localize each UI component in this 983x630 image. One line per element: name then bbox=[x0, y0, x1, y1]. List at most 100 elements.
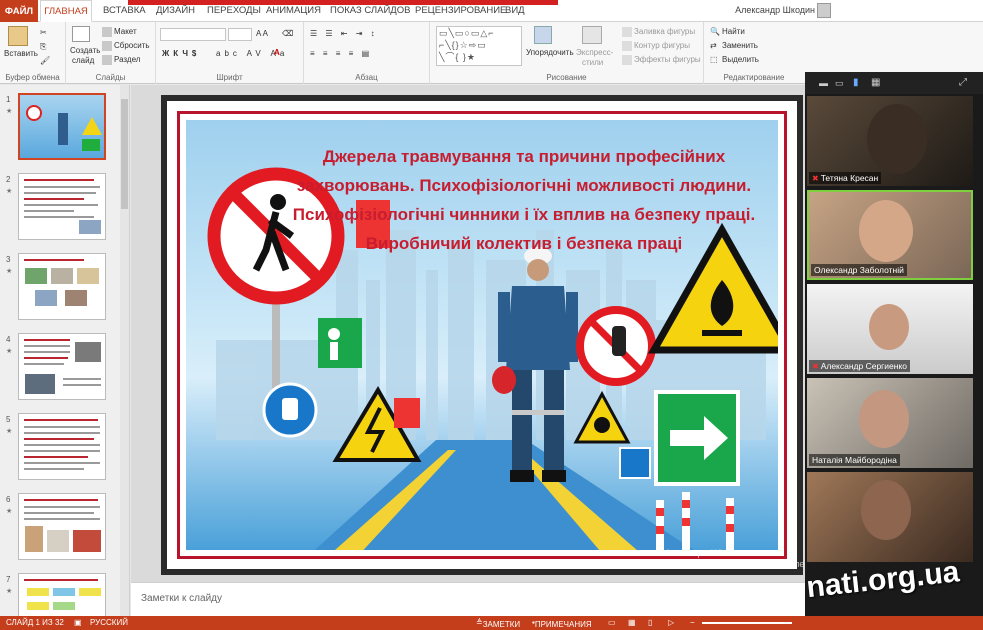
muted-mic-icon: ✖ bbox=[812, 174, 819, 183]
participant-video-tile[interactable]: ✖ Тетяна Кресан bbox=[807, 96, 973, 186]
paste-icon[interactable] bbox=[8, 26, 28, 46]
participant-name-label: ✖ Александр Сергиенко bbox=[809, 360, 910, 372]
quick-styles-button-2[interactable]: стили bbox=[582, 58, 603, 67]
shape-outline-button[interactable]: Контур фигуры bbox=[622, 41, 690, 51]
spellcheck-icon[interactable]: ▣ bbox=[74, 618, 82, 627]
notes-pane[interactable]: Заметки к слайду bbox=[131, 582, 806, 616]
tab-insert[interactable]: ВСТАВКА bbox=[103, 5, 146, 16]
participant-video-tile[interactable]: Наталія Майбородіна bbox=[807, 378, 973, 468]
slide-thumbnail[interactable] bbox=[18, 413, 106, 480]
thumb-text bbox=[24, 438, 94, 440]
thumbnail-scrollbar[interactable] bbox=[120, 85, 129, 616]
slide-sorter-icon[interactable]: ▦ bbox=[628, 618, 636, 627]
group-drawing: ▭╲▭○▭△⌐ ⌐╲{}☆⇨▭ ╲⌒{ }★ Упорядочить Экспрес… bbox=[430, 22, 704, 84]
find-button[interactable]: 🔍 Найти bbox=[710, 27, 745, 37]
thumb-text bbox=[24, 444, 100, 446]
tab-slideshow[interactable]: ПОКАЗ СЛАЙДОВ bbox=[330, 5, 410, 16]
thumb-text bbox=[24, 462, 100, 464]
participant-video-tile[interactable] bbox=[807, 472, 973, 562]
transition-star-icon: ★ bbox=[6, 428, 13, 435]
find-icon: 🔍 bbox=[710, 27, 720, 36]
zoom-out-icon[interactable]: − bbox=[690, 618, 695, 627]
section-button[interactable]: Раздел bbox=[102, 55, 140, 65]
view-toggle-icon[interactable]: ▬ bbox=[819, 78, 828, 88]
current-slide[interactable]: Джерела травмування та причини професійн… bbox=[161, 95, 803, 575]
clear-format-icon[interactable]: ⌫ bbox=[282, 29, 293, 38]
mandatory-sign-icon bbox=[619, 447, 651, 479]
layout-button[interactable]: Макет bbox=[102, 27, 137, 37]
slide-thumbnail[interactable] bbox=[18, 573, 106, 616]
fullscreen-icon[interactable]: ⤢ bbox=[959, 77, 967, 88]
replace-button[interactable]: ⇄ Заменить bbox=[710, 41, 758, 51]
copy-icon[interactable]: ⎘ bbox=[40, 42, 46, 52]
thumb-text bbox=[24, 456, 88, 458]
new-slide-label[interactable]: Создать bbox=[70, 46, 100, 55]
arrange-icon[interactable] bbox=[534, 26, 552, 44]
shapes-gallery[interactable]: ▭╲▭○▭△⌐ ⌐╲{}☆⇨▭ ╲⌒{ }★ bbox=[436, 26, 522, 66]
avatar[interactable] bbox=[817, 3, 831, 18]
format-painter-icon[interactable]: 🖌 bbox=[40, 56, 50, 65]
slide-title[interactable]: Джерела травмування та причини професійн… bbox=[244, 142, 778, 258]
participant-video-tile[interactable]: Олександр Заболотній bbox=[807, 190, 973, 280]
user-name[interactable]: Александр Шкодин bbox=[735, 5, 815, 15]
eyewash-sign-icon bbox=[318, 318, 362, 368]
zoom-slider[interactable] bbox=[702, 622, 792, 624]
notes-placeholder: Заметки к слайду bbox=[141, 593, 222, 604]
slide-thumbnail[interactable] bbox=[18, 93, 106, 160]
reading-view-icon[interactable]: ▯ bbox=[648, 618, 652, 627]
participant-silhouette bbox=[869, 304, 909, 350]
align-buttons[interactable]: ≡ ≡ ≡ ≡ ▤ bbox=[310, 49, 372, 58]
group-font: A A ⌫ ЖКЧ$ abc AV Aa A Шрифт bbox=[156, 22, 304, 84]
transition-star-icon: ★ bbox=[6, 588, 13, 595]
reset-button[interactable]: Сбросить bbox=[102, 41, 150, 51]
slide-thumbnail[interactable] bbox=[18, 333, 106, 400]
font-color-icon[interactable]: A bbox=[274, 48, 280, 57]
tab-review[interactable]: РЕЦЕНЗИРОВАНИЕ bbox=[415, 5, 506, 16]
fill-icon bbox=[622, 27, 632, 37]
thumb-image bbox=[35, 290, 57, 306]
participant-video-tile[interactable]: ✖ Александр Сергиенко bbox=[807, 284, 973, 374]
slideshow-view-icon[interactable]: ▷ bbox=[668, 618, 674, 627]
font-size-select[interactable] bbox=[228, 28, 252, 41]
tab-home[interactable]: ГЛАВНАЯ bbox=[40, 0, 92, 22]
slide-thumbnail[interactable] bbox=[18, 493, 106, 560]
group-label-clipboard: Буфер обмена bbox=[5, 73, 60, 82]
exit-sign-icon bbox=[82, 139, 100, 151]
tab-view[interactable]: ВИД bbox=[505, 5, 525, 16]
new-slide-label-2[interactable]: слайд bbox=[72, 56, 94, 65]
tab-transitions[interactable]: ПЕРЕХОДЫ bbox=[207, 5, 261, 16]
quick-styles-icon[interactable] bbox=[582, 26, 602, 44]
select-button[interactable]: ⬚ Выделить bbox=[710, 55, 759, 65]
normal-view-icon[interactable]: ▭ bbox=[608, 618, 616, 627]
gallery-view-icon[interactable]: ▦ bbox=[871, 77, 880, 88]
paste-button[interactable]: Вставить bbox=[4, 49, 38, 58]
transition-star-icon: ★ bbox=[6, 348, 13, 355]
font-family-select[interactable] bbox=[160, 28, 226, 41]
slide-frame: Джерела травмування та причини професійн… bbox=[177, 111, 787, 559]
comments-toggle[interactable]: ▪ ПРИМЕЧАНИЯ bbox=[532, 618, 592, 629]
participant-silhouette bbox=[861, 480, 911, 540]
scrollbar-thumb[interactable] bbox=[121, 99, 128, 209]
thumb-heading bbox=[24, 499, 98, 501]
list-buttons[interactable]: ☰ ☰ ⇤ ⇥ ↕ bbox=[310, 29, 378, 38]
slide-thumbnail[interactable] bbox=[18, 173, 106, 240]
quick-styles-button[interactable]: Экспресс- bbox=[576, 48, 613, 57]
layout-icon[interactable]: ▭ bbox=[835, 78, 844, 89]
notes-toggle[interactable]: ≜ ЗАМЕТКИ bbox=[476, 618, 520, 629]
grow-font-icon[interactable]: A A bbox=[256, 29, 268, 38]
tab-design[interactable]: ДИЗАЙН bbox=[156, 5, 195, 16]
arrange-button[interactable]: Упорядочить bbox=[526, 48, 574, 57]
font-style-buttons[interactable]: ЖКЧ$ bbox=[162, 49, 200, 58]
thumb-text bbox=[24, 210, 74, 212]
tab-animation[interactable]: АНИМАЦИЯ bbox=[266, 5, 321, 16]
new-slide-icon[interactable] bbox=[72, 26, 90, 42]
speaker-view-icon[interactable]: ▮ bbox=[853, 77, 859, 88]
thumb-text bbox=[24, 506, 100, 508]
effects-icon bbox=[622, 55, 632, 65]
tab-file[interactable]: ФАЙЛ bbox=[0, 0, 38, 22]
slide-thumbnail[interactable] bbox=[18, 253, 106, 320]
cut-icon[interactable]: ✂ bbox=[40, 28, 47, 37]
shape-effects-button[interactable]: Эффекты фигуры bbox=[622, 55, 701, 65]
shape-fill-button[interactable]: Заливка фигуры bbox=[622, 27, 695, 37]
language-indicator[interactable]: РУССКИЙ bbox=[90, 618, 128, 627]
